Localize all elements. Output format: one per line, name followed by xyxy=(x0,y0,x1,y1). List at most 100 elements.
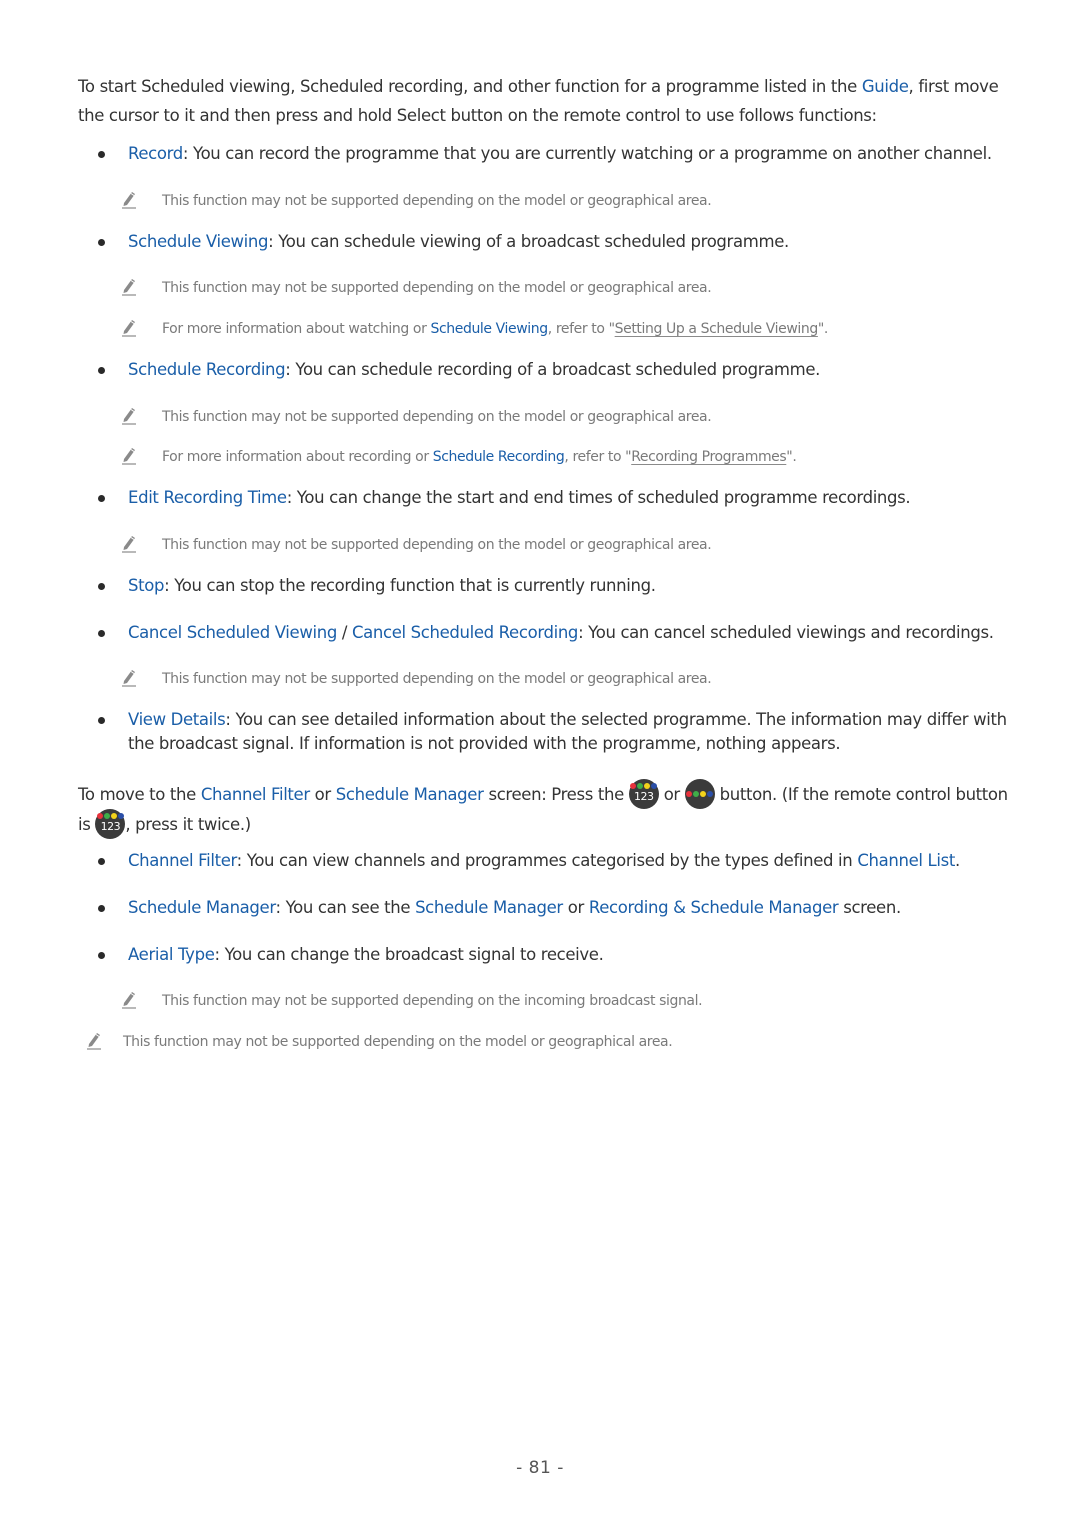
note-edit-recording-time: This function may not be supported depen… xyxy=(122,535,1002,555)
schedule-manager-desc: : You can see the xyxy=(275,898,416,917)
intro-paragraph: To start Scheduled viewing, Scheduled re… xyxy=(78,72,1008,130)
channel-filter-item-link[interactable]: Channel Filter xyxy=(128,851,237,870)
pencil-note-icon xyxy=(122,408,136,425)
bullet-icon xyxy=(98,239,105,246)
bullet-icon xyxy=(98,151,105,158)
note-text: This function may not be supported depen… xyxy=(162,193,712,209)
move-text: or xyxy=(309,785,336,804)
view-details-desc: : You can see detailed information about… xyxy=(128,710,1007,753)
red-dot xyxy=(630,783,637,789)
move-paragraph: To move to the Channel Filter or Schedul… xyxy=(78,779,1008,839)
number-color-button-icon: 123 xyxy=(628,779,659,809)
note-text-end: ". xyxy=(786,449,797,465)
bullet-icon xyxy=(98,583,105,590)
green-dot xyxy=(693,791,700,797)
note-text: This function may not be supported depen… xyxy=(162,280,712,296)
schedule-viewing-desc: : You can schedule viewing of a broadcas… xyxy=(268,232,789,251)
move-text: , press it twice.) xyxy=(125,815,251,834)
blue-dot xyxy=(651,783,658,789)
schedule-viewing-link[interactable]: Schedule Viewing xyxy=(128,232,268,251)
note-text: This function may not be supported depen… xyxy=(162,409,712,425)
channel-filter-desc: : You can view channels and programmes c… xyxy=(236,851,858,870)
red-dot xyxy=(96,813,103,819)
note-text-mid: , refer to " xyxy=(564,449,632,465)
bullet-icon xyxy=(98,717,105,724)
view-details-link[interactable]: View Details xyxy=(128,710,226,729)
edit-recording-time-desc: : You can change the start and end times… xyxy=(286,488,911,507)
pencil-note-icon xyxy=(122,279,136,296)
list-item-channel-filter: Channel Filter: You can view channels an… xyxy=(98,849,1008,873)
list-item-aerial-type: Aerial Type: You can change the broadcas… xyxy=(98,943,1008,967)
channel-list-link[interactable]: Channel List xyxy=(857,851,955,870)
note-schedule-recording-support: This function may not be supported depen… xyxy=(122,407,1002,427)
recording-programmes-xref[interactable]: Recording Programmes xyxy=(631,449,786,465)
button-label: 123 xyxy=(100,820,121,833)
blue-dot xyxy=(707,791,714,797)
list-item-edit-recording-time: Edit Recording Time: You can change the … xyxy=(98,486,1008,510)
note-text: For more information about watching or xyxy=(162,321,431,337)
note-schedule-viewing-support: This function may not be supported depen… xyxy=(122,278,1002,298)
schedule-manager-item-link[interactable]: Schedule Manager xyxy=(128,898,276,917)
guide-link[interactable]: Guide xyxy=(862,77,909,96)
recording-schedule-manager-link[interactable]: Recording & Schedule Manager xyxy=(589,898,839,917)
move-text: To move to the xyxy=(78,785,201,804)
note-schedule-recording-info: For more information about recording or … xyxy=(122,447,1002,467)
edit-recording-time-link[interactable]: Edit Recording Time xyxy=(128,488,287,507)
list-item-schedule-viewing: Schedule Viewing: You can schedule viewi… xyxy=(98,230,1008,254)
note-text: This function may not be supported depen… xyxy=(162,537,712,553)
note-schedule-viewing-info: For more information about watching or S… xyxy=(122,319,1002,339)
note-aerial-type: This function may not be supported depen… xyxy=(122,991,1002,1011)
pencil-note-icon xyxy=(122,536,136,553)
bullet-icon xyxy=(98,858,105,865)
page-number: - 81 - xyxy=(516,1458,564,1478)
note-text: For more information about recording or xyxy=(162,449,433,465)
list-item-schedule-recording: Schedule Recording: You can schedule rec… xyxy=(98,358,1008,382)
move-text: or xyxy=(658,785,685,804)
bullet-icon xyxy=(98,905,105,912)
intro-text: To start Scheduled viewing, Scheduled re… xyxy=(78,77,862,96)
schedule-manager-inline-link[interactable]: Schedule Manager xyxy=(415,898,563,917)
aerial-type-link[interactable]: Aerial Type xyxy=(128,945,215,964)
list-item-view-details: View Details: You can see detailed infor… xyxy=(98,708,1008,756)
move-text: screen: Press the xyxy=(483,785,629,804)
channel-filter-link[interactable]: Channel Filter xyxy=(201,785,310,804)
pencil-note-icon xyxy=(122,320,136,337)
pencil-note-icon xyxy=(122,992,136,1009)
stop-link[interactable]: Stop xyxy=(128,576,164,595)
schedule-viewing-note-link[interactable]: Schedule Viewing xyxy=(431,321,549,337)
pencil-note-icon xyxy=(122,448,136,465)
yellow-dot xyxy=(110,813,117,819)
cancel-scheduled-recording-link[interactable]: Cancel Scheduled Recording xyxy=(352,623,578,642)
green-dot xyxy=(637,783,644,789)
cancel-scheduled-viewing-link[interactable]: Cancel Scheduled Viewing xyxy=(128,623,337,642)
schedule-manager-link[interactable]: Schedule Manager xyxy=(336,785,484,804)
schedule-recording-note-link[interactable]: Schedule Recording xyxy=(433,449,565,465)
pencil-note-icon xyxy=(122,670,136,687)
list-item-schedule-manager: Schedule Manager: You can see the Schedu… xyxy=(98,896,1008,920)
record-link[interactable]: Record xyxy=(128,144,183,163)
final-note: This function may not be supported depen… xyxy=(87,1032,963,1052)
separator-text: / xyxy=(336,623,352,642)
record-desc: : You can record the programme that you … xyxy=(182,144,992,163)
note-text: This function may not be supported depen… xyxy=(162,671,712,687)
bullet-icon xyxy=(98,630,105,637)
note-text: This function may not be supported depen… xyxy=(123,1034,673,1050)
desc-end: screen. xyxy=(838,898,901,917)
bullet-icon xyxy=(98,495,105,502)
list-item-cancel-scheduled: Cancel Scheduled Viewing / Cancel Schedu… xyxy=(98,621,1008,645)
bullet-icon xyxy=(98,952,105,959)
list-item-record: Record: You can record the programme tha… xyxy=(98,142,1008,166)
cancel-scheduled-desc: : You can cancel scheduled viewings and … xyxy=(578,623,994,642)
number-color-button-icon: 123 xyxy=(95,809,126,839)
list-item-stop: Stop: You can stop the recording functio… xyxy=(98,574,1008,598)
pencil-note-icon xyxy=(122,192,136,209)
note-text: This function may not be supported depen… xyxy=(162,993,703,1009)
note-record: This function may not be supported depen… xyxy=(122,191,1002,211)
desc-mid: or xyxy=(562,898,589,917)
aerial-type-desc: : You can change the broadcast signal to… xyxy=(214,945,604,964)
pencil-note-icon xyxy=(87,1033,101,1050)
note-text-end: ". xyxy=(817,321,828,337)
bullet-icon xyxy=(98,367,105,374)
schedule-recording-link[interactable]: Schedule Recording xyxy=(128,360,286,379)
setting-up-schedule-viewing-xref[interactable]: Setting Up a Schedule Viewing xyxy=(615,321,819,337)
